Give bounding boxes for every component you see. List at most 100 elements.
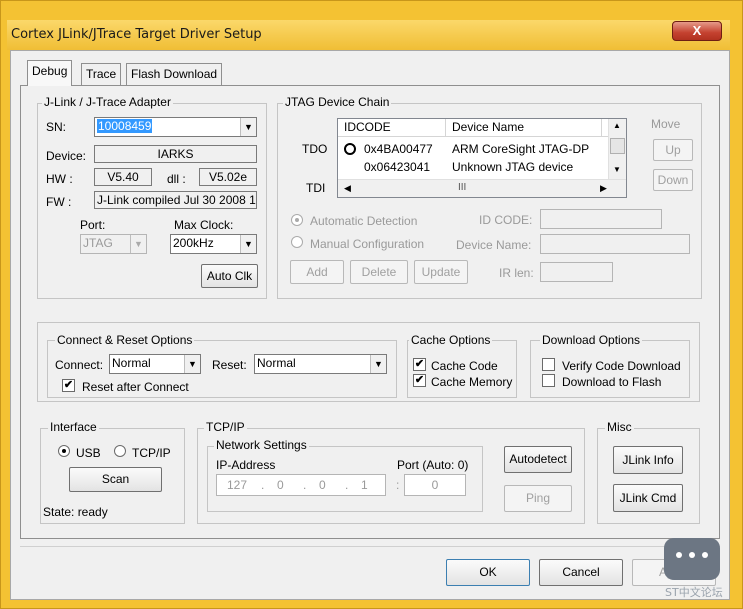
add-button[interactable]: Add (290, 260, 344, 284)
scroll-thumb[interactable] (610, 138, 625, 154)
scroll-right-icon[interactable]: ▶ (600, 183, 607, 194)
idcode-cell: 0x4BA00477 (364, 142, 433, 156)
close-button[interactable]: X (672, 21, 722, 41)
device-name-cell: Unknown JTAG device (452, 160, 574, 174)
column-idcode[interactable]: IDCODE (338, 119, 446, 137)
footer-divider (20, 546, 720, 547)
scroll-up-icon[interactable]: ▲ (613, 121, 621, 130)
manual-config-radio[interactable] (291, 236, 303, 248)
ip-octet-2: 0 (277, 478, 284, 492)
maxclock-value: 200kHz (173, 236, 214, 250)
usb-radio[interactable] (58, 445, 70, 457)
move-up-button[interactable]: Up (653, 139, 693, 161)
jtag-group-label: JTAG Device Chain (283, 95, 392, 109)
cache-code-checkbox[interactable]: ✔ (413, 358, 426, 371)
cache-memory-checkbox[interactable]: ✔ (413, 374, 426, 387)
sn-select[interactable]: 10008459 ▼ (94, 117, 257, 137)
device-field: IARKS (94, 145, 257, 163)
device-name-cell: ARM CoreSight JTAG-DP (452, 142, 590, 156)
tab-debug[interactable]: Debug (27, 60, 73, 86)
ip-address-input[interactable]: 127 . 0 . 0 . 1 (216, 474, 386, 496)
chevron-down-icon[interactable]: ▼ (240, 118, 256, 136)
usb-label: USB (76, 446, 101, 460)
chevron-down-icon[interactable]: ▼ (130, 235, 146, 253)
chat-bubble-icon (664, 538, 720, 580)
tcpip-radio[interactable] (114, 445, 126, 457)
cache-group-label: Cache Options (409, 333, 493, 347)
move-label: Move (651, 117, 681, 131)
cache-code-label: Cache Code (431, 359, 498, 373)
port-select[interactable]: JTAG ▼ (80, 234, 147, 254)
ip-octet-1: 127 (227, 478, 248, 492)
jlink-cmd-button[interactable]: JLink Cmd (613, 484, 683, 512)
irlen-input[interactable] (540, 262, 613, 282)
auto-clk-button[interactable]: Auto Clk (201, 264, 258, 288)
tcpip-group-label: TCP/IP (204, 420, 247, 434)
ping-button[interactable]: Ping (504, 485, 572, 512)
state-text: State: ready (43, 505, 108, 519)
jlink-info-button[interactable]: JLink Info (613, 446, 683, 474)
device-name-input[interactable] (540, 234, 690, 254)
reset-after-label: Reset after Connect (82, 380, 189, 394)
ip-octet-3: 0 (319, 478, 326, 492)
connect-select[interactable]: Normal ▼ (109, 354, 201, 374)
verify-download-checkbox[interactable] (542, 358, 555, 371)
sn-value: 10008459 (97, 119, 153, 133)
idcode-label: ID CODE: (479, 213, 533, 227)
dll-field: V5.02e (199, 168, 257, 186)
download-flash-checkbox[interactable] (542, 374, 555, 387)
move-down-button[interactable]: Down (653, 169, 693, 191)
manual-config-label: Manual Configuration (310, 237, 425, 251)
jtag-device-list[interactable]: IDCODE Device Name IR 0x4BA00477 ARM Cor… (337, 118, 627, 198)
hw-label: HW : (46, 172, 73, 186)
tdi-label: TDI (306, 181, 326, 195)
update-button[interactable]: Update (414, 260, 468, 284)
network-settings-label: Network Settings (214, 438, 309, 452)
misc-group-label: Misc (605, 420, 634, 434)
port-value: JTAG (83, 236, 113, 250)
port-auto-label: Port (Auto: 0) (397, 458, 469, 472)
scroll-left-icon[interactable]: ◀ (344, 183, 351, 194)
reset-after-checkbox[interactable]: ✔ (62, 379, 75, 392)
chevron-down-icon[interactable]: ▼ (240, 235, 256, 253)
cancel-button[interactable]: Cancel (539, 559, 623, 586)
interface-group-label: Interface (48, 420, 99, 434)
device-name-label: Device Name: (456, 238, 532, 252)
vertical-scrollbar[interactable]: ▲ ▼ (608, 119, 626, 179)
cache-memory-label: Cache Memory (431, 375, 513, 389)
list-item[interactable]: 0x06423041 Unknown JTAG device (344, 158, 602, 176)
scroll-down-icon[interactable]: ▼ (613, 165, 621, 174)
idcode-input[interactable] (540, 209, 662, 229)
dll-label: dll : (167, 172, 186, 186)
fw-label: FW : (46, 195, 72, 209)
horizontal-scrollbar[interactable]: ◀ III ▶ (338, 179, 626, 197)
chevron-down-icon[interactable]: ▼ (370, 355, 386, 373)
watermark-text: ST中文论坛 (665, 586, 723, 599)
delete-button[interactable]: Delete (350, 260, 408, 284)
reset-select[interactable]: Normal ▼ (254, 354, 387, 374)
ok-button[interactable]: OK (446, 559, 530, 586)
maxclock-select[interactable]: 200kHz ▼ (170, 234, 257, 254)
port-input[interactable]: 0 (404, 474, 466, 496)
connect-value: Normal (112, 356, 151, 370)
auto-detect-radio[interactable] (291, 214, 303, 226)
tab-trace[interactable]: Trace (81, 63, 122, 85)
chevron-down-icon[interactable]: ▼ (184, 355, 200, 373)
column-device-name[interactable]: Device Name (446, 119, 602, 137)
tdo-label: TDO (302, 142, 328, 156)
sn-label: SN: (46, 120, 67, 134)
list-item[interactable]: 0x4BA00477 ARM CoreSight JTAG-DP (344, 140, 602, 158)
autodetect-button[interactable]: Autodetect (504, 446, 572, 473)
verify-download-label: Verify Code Download (562, 359, 681, 373)
tab-flash-download[interactable]: Flash Download (126, 63, 223, 85)
scroll-grip[interactable]: III (458, 182, 466, 193)
connect-group-label: Connect & Reset Options (55, 333, 195, 347)
download-flash-label: Download to Flash (562, 375, 662, 389)
radio-icon (344, 143, 356, 155)
scan-button[interactable]: Scan (69, 467, 162, 492)
fw-field: J-Link compiled Jul 30 2008 1 (94, 191, 257, 209)
tcpip-radio-label: TCP/IP (132, 446, 171, 460)
irlen-label: IR len: (499, 266, 534, 280)
reset-label: Reset: (212, 358, 247, 372)
idcode-cell: 0x06423041 (364, 160, 431, 174)
